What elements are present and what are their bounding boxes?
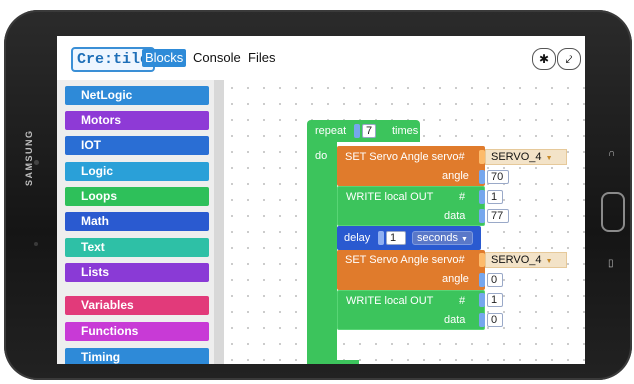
- write-2-label: WRITE local OUT: [346, 295, 434, 307]
- write-2-data-slot: [479, 313, 485, 327]
- servo-2-servo-dropdown[interactable]: SERVO_4 ▼: [485, 252, 567, 268]
- repeat-block-footer: [307, 360, 359, 364]
- category-timing[interactable]: Timing: [65, 348, 209, 364]
- repeat-count-field[interactable]: 7: [362, 124, 377, 138]
- servo-2-angle-slot: [479, 273, 485, 287]
- chevron-down-icon: ▼: [461, 236, 468, 243]
- write-1-data-label: data: [444, 210, 466, 222]
- servo-1-angle-label: angle: [442, 170, 469, 182]
- servo-2-label: SET Servo Angle servo#: [345, 254, 465, 266]
- category-netlogic[interactable]: NetLogic: [65, 86, 209, 105]
- sensor-dot: [34, 242, 38, 246]
- category-loops[interactable]: Loops: [65, 187, 209, 206]
- write-1-data-field[interactable]: 77: [487, 209, 509, 223]
- delay-unit-value: seconds: [417, 232, 458, 244]
- category-functions[interactable]: Functions: [65, 322, 209, 341]
- repeat-count-slot: [354, 124, 360, 138]
- repeat-suffix-label: times: [392, 125, 419, 137]
- delay-block[interactable]: delay 1 seconds ▼: [337, 226, 481, 250]
- delay-value-slot: [378, 231, 384, 245]
- write-1-pin-label: #: [459, 191, 466, 203]
- write-1-pin-field[interactable]: 1: [487, 190, 503, 204]
- tab-blocks[interactable]: Blocks: [142, 49, 187, 67]
- chevron-down-icon: ▼: [545, 155, 553, 162]
- category-variables[interactable]: Variables: [65, 296, 209, 315]
- servo-1-servo-value: SERVO_4: [491, 151, 542, 163]
- sidebar-scrollbar[interactable]: [214, 80, 224, 364]
- servo-1-angle-field[interactable]: 70: [487, 170, 509, 184]
- servo-2-angle-label: angle: [442, 273, 469, 285]
- repeat-do-label: do: [315, 150, 328, 162]
- servo-2-servo-value: SERVO_4: [491, 254, 542, 266]
- chevron-down-icon: ▼: [545, 258, 553, 265]
- write-1-pin-slot: [479, 190, 485, 204]
- servo-1-servo-dropdown[interactable]: SERVO_4 ▼: [485, 149, 567, 165]
- recent-apps-key-icon[interactable]: ▯: [608, 258, 614, 269]
- write-1-data-slot: [479, 209, 485, 223]
- delay-label: delay: [344, 232, 371, 244]
- repeat-label: repeat: [315, 125, 347, 137]
- servo-2-angle-field[interactable]: 0: [487, 273, 503, 287]
- write-2-pin-field[interactable]: 1: [487, 293, 503, 307]
- connect-plug-icon[interactable]: ⤦: [557, 48, 581, 70]
- category-logic[interactable]: Logic: [65, 162, 209, 181]
- tab-files[interactable]: Files: [245, 49, 278, 67]
- device-brand: SAMSUNG: [24, 129, 34, 186]
- write-2-data-label: data: [444, 314, 466, 326]
- category-lists[interactable]: Lists: [65, 263, 209, 282]
- delay-unit-dropdown[interactable]: seconds ▼: [412, 231, 473, 245]
- write-local-out-block-2[interactable]: WRITE local OUT # data: [337, 290, 485, 330]
- write-2-data-field[interactable]: 0: [487, 313, 503, 327]
- set-servo-angle-block-1[interactable]: SET Servo Angle servo# angle: [337, 146, 485, 186]
- category-text[interactable]: Text: [65, 238, 209, 257]
- camera-dot: [34, 160, 39, 165]
- blocks-workspace[interactable]: repeat 7 times do SET Servo Angle servo#…: [224, 80, 585, 364]
- category-math[interactable]: Math: [65, 212, 209, 231]
- app-screen: Cre:tile Blocks Console Files ✱ ⤦ NetLog…: [57, 36, 585, 364]
- repeat-block[interactable]: repeat 7 times: [307, 120, 420, 142]
- tab-console[interactable]: Console: [190, 49, 244, 67]
- category-iot[interactable]: IOT: [65, 136, 209, 155]
- block-category-sidebar: NetLogic Motors IOT Logic Loops Math Tex…: [57, 80, 217, 364]
- write-2-pin-label: #: [459, 295, 466, 307]
- servo-1-label: SET Servo Angle servo#: [345, 151, 465, 163]
- delay-value-field[interactable]: 1: [386, 231, 406, 245]
- back-key-icon[interactable]: ∩: [608, 148, 615, 159]
- write-2-pin-slot: [479, 293, 485, 307]
- home-button[interactable]: [601, 192, 625, 232]
- servo-1-angle-slot: [479, 170, 485, 184]
- bluetooth-icon[interactable]: ✱: [532, 48, 556, 70]
- category-motors[interactable]: Motors: [65, 111, 209, 130]
- repeat-block-arm: do: [307, 142, 337, 364]
- app-header: Cre:tile Blocks Console Files ✱ ⤦: [57, 36, 585, 80]
- write-local-out-block-1[interactable]: WRITE local OUT # data: [337, 186, 485, 226]
- set-servo-angle-block-2[interactable]: SET Servo Angle servo# angle: [337, 250, 485, 290]
- write-1-label: WRITE local OUT: [346, 191, 434, 203]
